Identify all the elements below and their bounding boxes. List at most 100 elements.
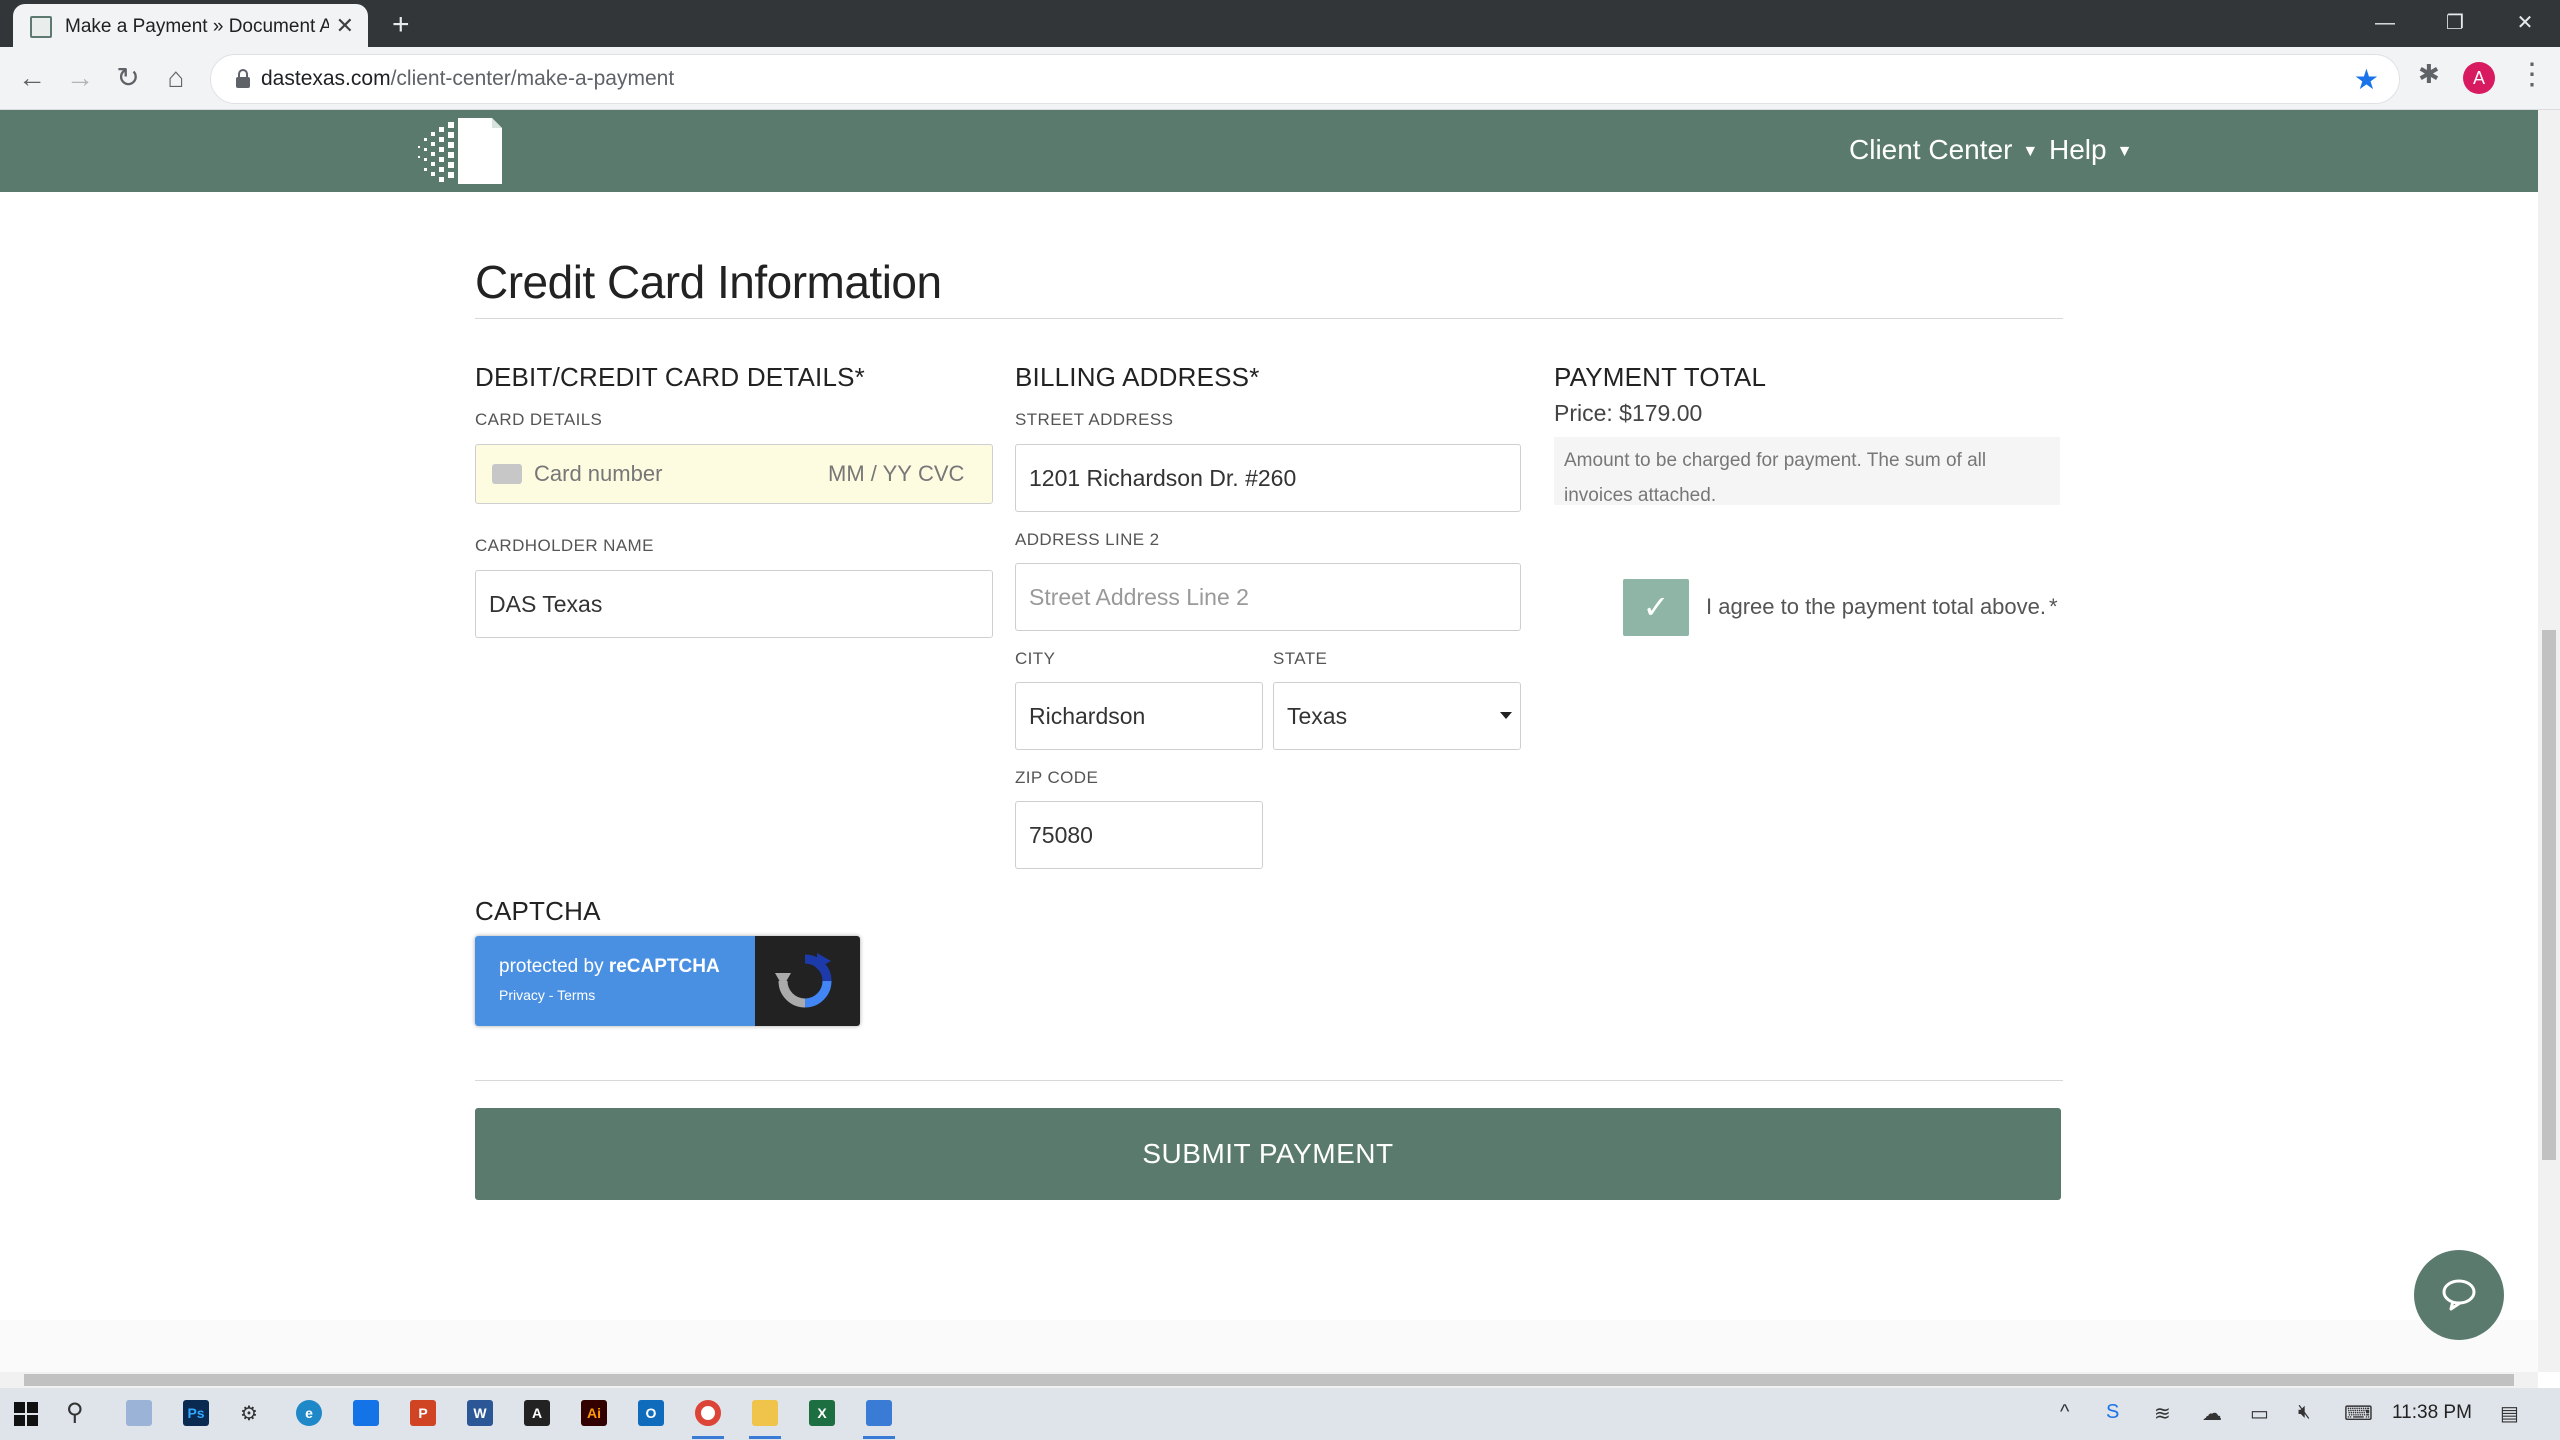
recaptcha-links[interactable]: Privacy - Terms bbox=[499, 987, 595, 1003]
close-tab-icon[interactable]: ✕ bbox=[336, 13, 354, 39]
outlook-icon[interactable]: O bbox=[638, 1400, 664, 1426]
windows-start-icon[interactable] bbox=[14, 1402, 38, 1426]
title-divider bbox=[475, 318, 2063, 319]
url-path: /client-center/make-a-payment bbox=[390, 67, 675, 90]
horizontal-scrollbar[interactable] bbox=[0, 1372, 2538, 1388]
page-footer bbox=[0, 1320, 2538, 1372]
wifi-icon[interactable]: ≋ bbox=[2154, 1401, 2171, 1426]
window-close-icon[interactable]: ✕ bbox=[2490, 6, 2560, 40]
minimize-icon[interactable]: — bbox=[2350, 6, 2420, 40]
recaptcha-logo-area bbox=[755, 936, 860, 1026]
horizontal-scroll-thumb[interactable] bbox=[24, 1374, 2514, 1386]
onedrive-cloud-icon[interactable]: ☁ bbox=[2202, 1401, 2222, 1426]
url-host: dastexas.com bbox=[261, 67, 391, 90]
tray-chevron-up-icon[interactable]: ^ bbox=[2060, 1401, 2069, 1424]
address-line2-input[interactable]: Street Address Line 2 bbox=[1015, 563, 1521, 631]
city-input[interactable]: Richardson bbox=[1015, 682, 1263, 750]
recaptcha-badge[interactable]: protected by reCAPTCHA Privacy - Terms bbox=[475, 936, 860, 1026]
recaptcha-badge-text-area: protected by reCAPTCHA Privacy - Terms bbox=[475, 936, 755, 1026]
lock-icon bbox=[236, 69, 250, 88]
submit-payment-button[interactable]: SUBMIT PAYMENT bbox=[475, 1108, 2061, 1200]
nav-help[interactable]: Help ▼ bbox=[2049, 134, 2132, 166]
chrome-active-indicator bbox=[692, 1436, 724, 1439]
taskbar-clock[interactable]: 11:38 PM bbox=[2392, 1402, 2472, 1424]
back-icon[interactable]: ← bbox=[12, 59, 52, 99]
address-line2-label: ADDRESS LINE 2 bbox=[1015, 530, 1160, 549]
photoshop-icon[interactable]: Ps bbox=[183, 1400, 209, 1426]
chat-bubble-icon bbox=[2442, 1279, 2476, 1311]
notifications-icon[interactable]: ▤ bbox=[2500, 1401, 2519, 1426]
home-icon[interactable]: ⌂ bbox=[156, 59, 196, 99]
zip-code-input[interactable]: 75080 bbox=[1015, 801, 1263, 869]
vertical-scroll-thumb[interactable] bbox=[2542, 630, 2556, 1160]
payment-total-heading: PAYMENT TOTAL bbox=[1554, 362, 1767, 392]
cardholder-name-label: CARDHOLDER NAME bbox=[475, 536, 654, 555]
address-bar[interactable]: dastexas.com/client-center/make-a-paymen… bbox=[210, 54, 2400, 104]
card-number-field[interactable]: Card number MM / YY CVC bbox=[475, 444, 993, 504]
captcha-heading: CAPTCHA bbox=[475, 896, 601, 926]
photos-active-indicator bbox=[863, 1436, 895, 1439]
reload-icon[interactable]: ↻ bbox=[108, 59, 148, 99]
excel-icon[interactable]: X bbox=[809, 1400, 835, 1426]
credit-card-icon bbox=[492, 464, 522, 484]
chevron-down-icon: ▼ bbox=[2022, 143, 2039, 160]
browser-tab-strip: Make a Payment » Document Ac ✕ + — ❐ ✕ bbox=[0, 0, 2560, 47]
site-header: Client Center ▼ Help ▼ bbox=[0, 110, 2538, 192]
form-divider bbox=[475, 1080, 2063, 1081]
photos-app-icon[interactable] bbox=[866, 1400, 892, 1426]
battery-icon[interactable]: ▭ bbox=[2250, 1401, 2269, 1426]
page-viewport: Client Center ▼ Help ▼ Credit Card Informa… bbox=[0, 110, 2538, 1372]
file-explorer-icon[interactable] bbox=[752, 1400, 778, 1426]
forward-icon[interactable]: → bbox=[60, 59, 100, 99]
site-logo[interactable] bbox=[412, 110, 506, 188]
chrome-icon[interactable] bbox=[695, 1400, 721, 1426]
price-value: Price: $179.00 bbox=[1554, 400, 1703, 426]
search-icon[interactable]: ⚲ bbox=[66, 1398, 84, 1427]
extensions-puzzle-icon[interactable]: ✱ bbox=[2418, 59, 2440, 90]
bookmark-star-icon[interactable]: ★ bbox=[2354, 63, 2379, 96]
chat-button[interactable] bbox=[2414, 1250, 2504, 1340]
nav-help-label: Help bbox=[2049, 134, 2107, 165]
settings-gear-icon[interactable]: ⚙ bbox=[240, 1401, 258, 1426]
recaptcha-prefix: protected by bbox=[499, 956, 609, 977]
illustrator-icon[interactable]: Ai bbox=[581, 1400, 607, 1426]
vertical-scrollbar[interactable] bbox=[2538, 110, 2560, 1372]
street-address-label: STREET ADDRESS bbox=[1015, 410, 1174, 429]
caret-down-icon bbox=[1500, 712, 1512, 719]
windows-taskbar: ⚲ Ps ⚙ e P W A Ai O X ^ S ≋ ☁ ▭ 🔇︎ ⌨ 11:… bbox=[0, 1388, 2560, 1440]
remote-app-icon[interactable] bbox=[353, 1400, 379, 1426]
billing-address-heading: BILLING ADDRESS* bbox=[1015, 362, 1260, 392]
nav-client-center[interactable]: Client Center ▼ bbox=[1849, 134, 2038, 166]
keyboard-icon[interactable]: ⌨ bbox=[2344, 1401, 2373, 1426]
agree-checkbox[interactable]: ✓ bbox=[1623, 579, 1689, 636]
nav-client-center-label: Client Center bbox=[1849, 134, 2013, 165]
app-icon-explorer-alt[interactable] bbox=[126, 1400, 152, 1426]
acrobat-icon[interactable]: A bbox=[524, 1400, 550, 1426]
cardholder-name-input[interactable]: DAS Texas bbox=[475, 570, 993, 638]
agree-label[interactable]: I agree to the payment total above. bbox=[1706, 594, 2046, 620]
volume-muted-icon[interactable]: 🔇︎ bbox=[2298, 1401, 2311, 1424]
restore-icon[interactable]: ❐ bbox=[2420, 6, 2490, 40]
powerpoint-icon[interactable]: P bbox=[410, 1400, 436, 1426]
browser-toolbar: ← → ↻ ⌂ dastexas.com/client-center/make-… bbox=[0, 47, 2560, 110]
skype-icon[interactable]: S bbox=[2106, 1401, 2119, 1424]
recaptcha-logo-icon bbox=[775, 953, 832, 1008]
edge-browser-icon[interactable]: e bbox=[296, 1400, 322, 1426]
tab-title: Make a Payment » Document Ac bbox=[65, 16, 329, 37]
city-label: CITY bbox=[1015, 649, 1056, 668]
profile-avatar[interactable]: A bbox=[2463, 62, 2495, 94]
new-tab-icon[interactable]: + bbox=[392, 8, 410, 42]
card-cvc-field[interactable]: CVC bbox=[918, 461, 964, 487]
browser-menu-icon[interactable]: ⋮ bbox=[2517, 57, 2547, 92]
card-details-heading: DEBIT/CREDIT CARD DETAILS* bbox=[475, 362, 865, 392]
site-favicon-icon bbox=[30, 16, 52, 38]
state-select[interactable]: Texas bbox=[1273, 682, 1521, 750]
card-expiry-field[interactable]: MM / YY bbox=[828, 461, 912, 487]
word-icon[interactable]: W bbox=[467, 1400, 493, 1426]
explorer-active-indicator bbox=[749, 1436, 781, 1439]
state-select-value: Texas bbox=[1287, 703, 1348, 729]
recaptcha-brand: reCAPTCHA bbox=[608, 956, 720, 977]
street-address-input[interactable]: 1201 Richardson Dr. #260 bbox=[1015, 444, 1521, 512]
zip-code-label: ZIP CODE bbox=[1015, 768, 1099, 787]
browser-tab[interactable]: Make a Payment » Document Ac ✕ bbox=[13, 4, 368, 47]
